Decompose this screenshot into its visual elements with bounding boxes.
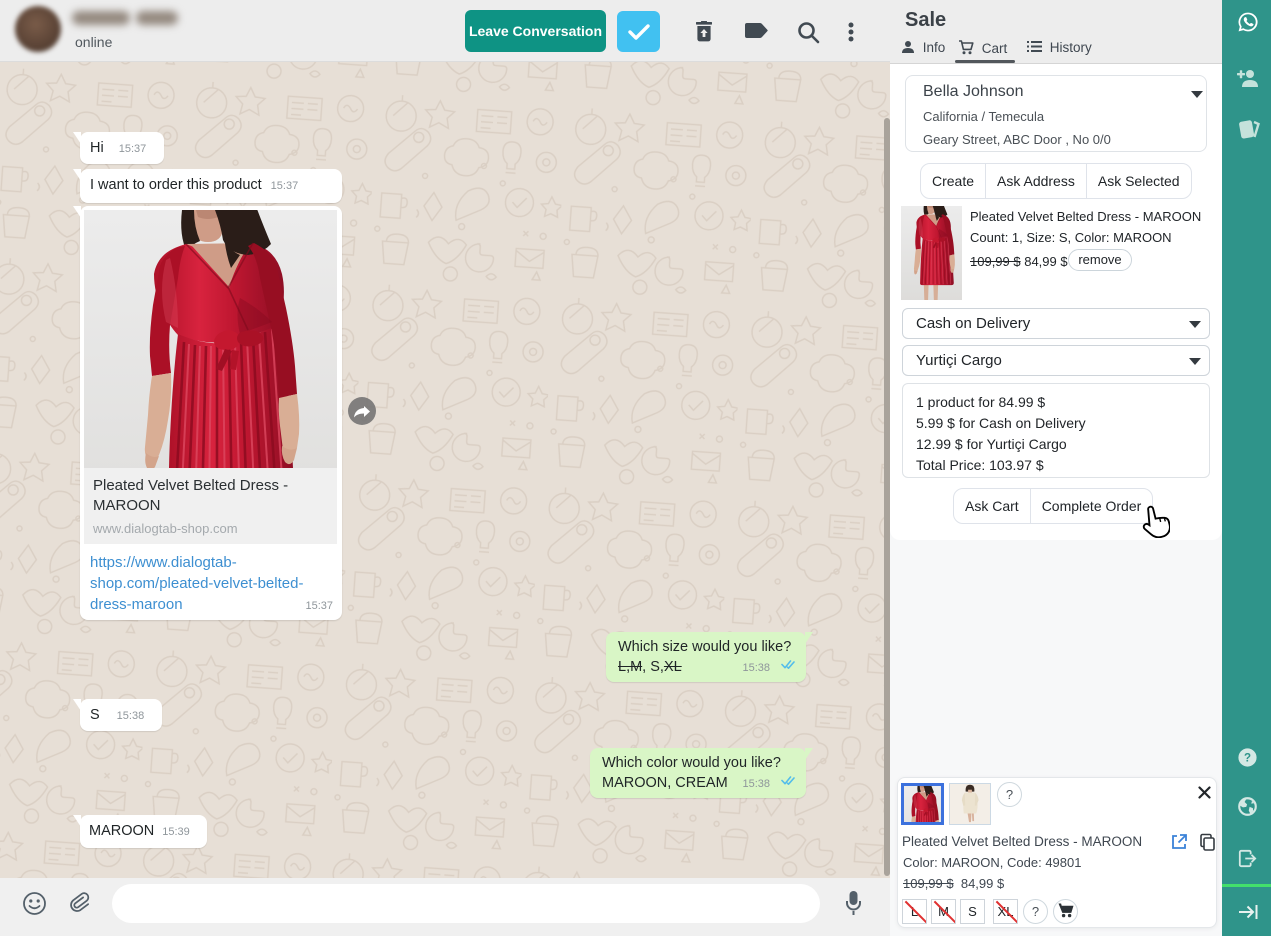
svg-text:?: ? bbox=[1244, 753, 1251, 765]
